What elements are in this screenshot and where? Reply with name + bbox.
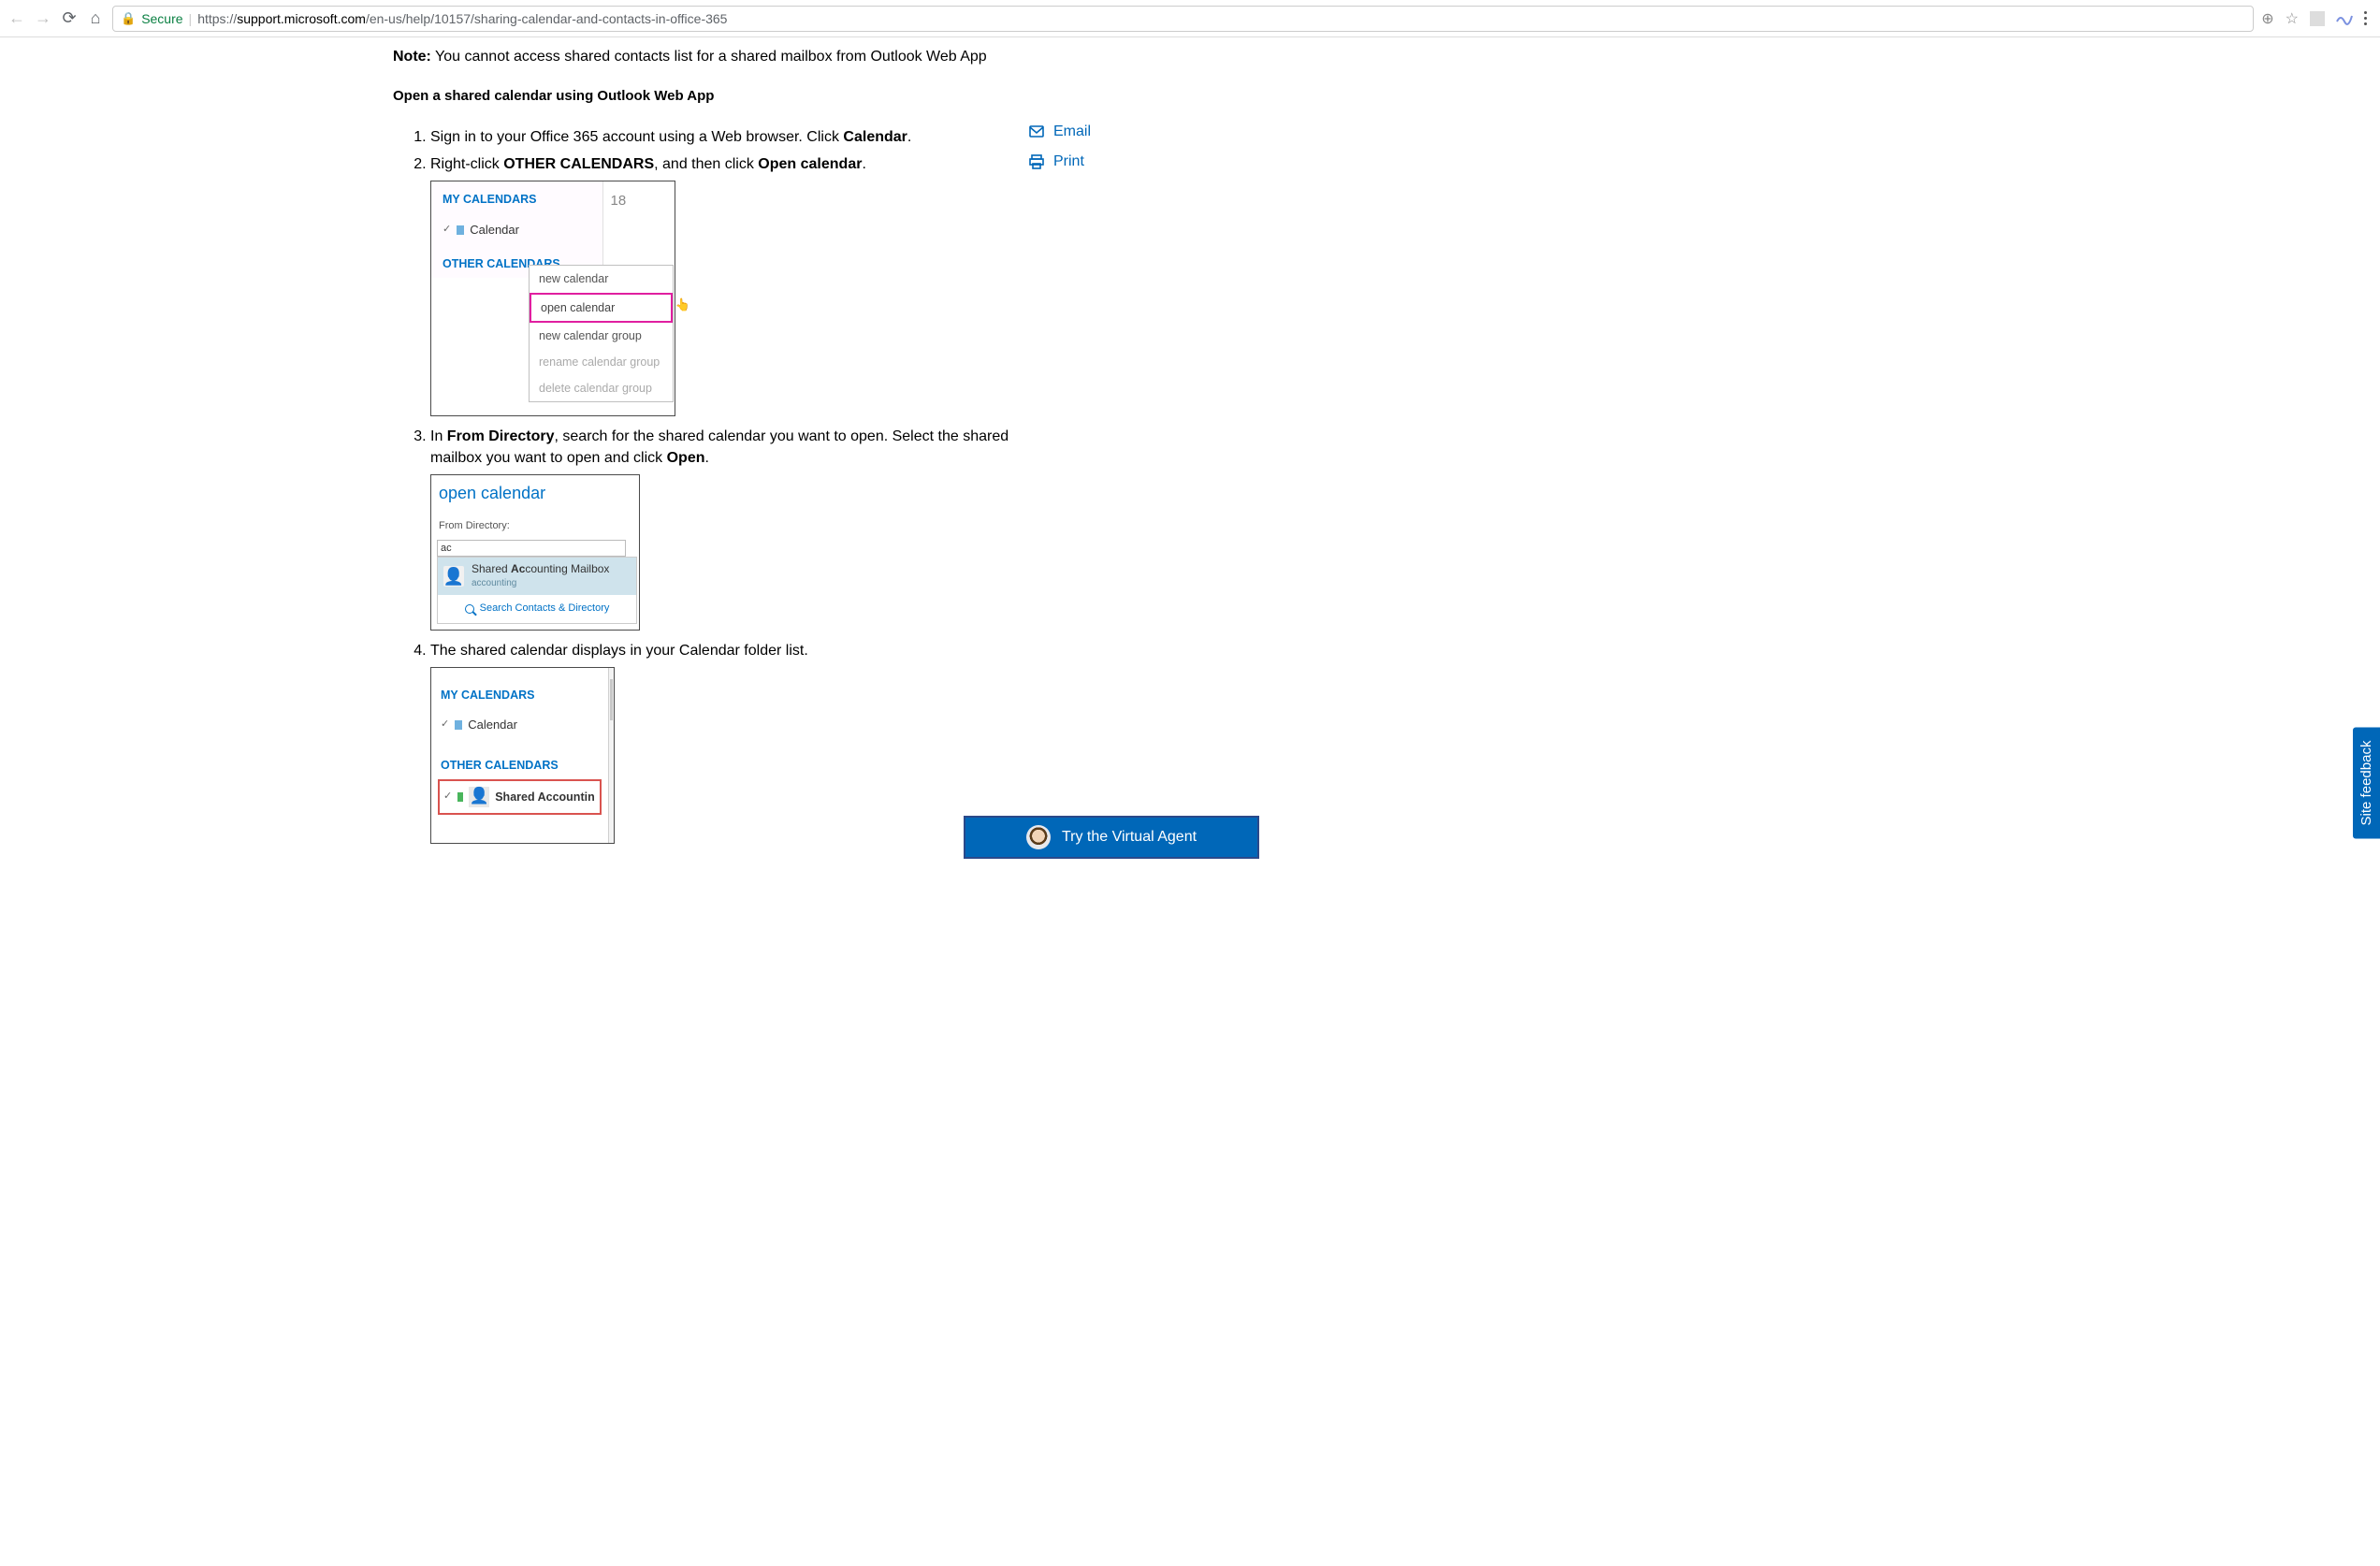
article-body: Note: You cannot access shared contacts … xyxy=(393,37,1048,844)
fig1-day-cell: 18 xyxy=(602,181,675,278)
step-3: In From Directory, search for the shared… xyxy=(430,426,1048,630)
fig2-search-link: Search Contacts & Directory xyxy=(438,595,636,623)
browser-toolbar: ← → ⟳ ⌂ 🔒 Secure | https://support.micro… xyxy=(0,0,2380,37)
email-link[interactable]: Email xyxy=(1029,123,1091,140)
menu-new-calendar: new calendar xyxy=(530,266,673,292)
fig3-shared-calendar-row: ✓ 👤 Shared Accountin xyxy=(438,779,602,815)
figure-other-calendars-context-menu: MY CALENDARS ✓ Calendar OTHER CALENDARS … xyxy=(430,181,675,416)
fig2-title: open calendar xyxy=(437,479,633,511)
check-icon: ✓ xyxy=(441,718,449,732)
fig2-from-directory-label: From Directory: xyxy=(439,519,631,534)
fig1-context-menu: new calendar open calendar 👆 new calenda… xyxy=(529,265,674,402)
figure-calendar-folder-list: MY CALENDARS ✓ Calendar OTHER CALENDARS … xyxy=(430,667,615,844)
fig1-calendar-row: ✓ Calendar xyxy=(443,222,591,239)
fig3-shared-name: Shared Accountin xyxy=(495,789,595,805)
secure-label: Secure xyxy=(141,11,182,26)
calendar-color-chip-green xyxy=(457,792,463,802)
fig2-dropdown: 👤 Shared Accounting Mailbox accounting S… xyxy=(437,557,637,624)
note-text: You cannot access shared contacts list f… xyxy=(431,49,987,65)
menu-delete-calendar-group: delete calendar group xyxy=(530,375,673,401)
bookmark-icon[interactable]: ☆ xyxy=(2286,9,2299,28)
figure-open-calendar-dialog: open calendar From Directory: 👤 Shared A… xyxy=(430,474,640,630)
fig2-result-name: Shared Accounting Mailbox xyxy=(472,561,609,577)
cursor-icon: 👆 xyxy=(675,297,690,314)
fig3-other-calendars-header: OTHER CALENDARS xyxy=(441,757,599,774)
lock-icon: 🔒 xyxy=(121,11,136,26)
fig2-result-sub: accounting xyxy=(472,577,609,591)
url: https://support.microsoft.com/en-us/help… xyxy=(197,11,727,26)
article-actions: Email Print xyxy=(1029,123,1091,183)
extension-icon-2[interactable] xyxy=(2336,12,2353,25)
fig1-calendar-label: Calendar xyxy=(470,222,519,239)
menu-rename-calendar-group: rename calendar group xyxy=(530,349,673,375)
print-link-label: Print xyxy=(1053,153,1084,170)
back-icon[interactable]: ← xyxy=(7,9,26,28)
avatar-icon: 👤 xyxy=(469,787,489,807)
browser-right-icons: ⊕ ☆ xyxy=(2261,9,2373,28)
site-feedback-tab[interactable]: Site feedback xyxy=(2353,728,2380,839)
check-icon: ✓ xyxy=(443,790,452,805)
note-prefix: Note: xyxy=(393,49,431,65)
virtual-agent-label: Try the Virtual Agent xyxy=(1062,829,1197,846)
search-icon xyxy=(465,604,474,614)
reload-icon[interactable]: ⟳ xyxy=(60,9,79,28)
email-icon xyxy=(1029,125,1044,138)
fig3-calendar-row: ✓ Calendar xyxy=(441,717,599,734)
step-2: Right-click OTHER CALENDARS, and then cl… xyxy=(430,153,1048,416)
fig3-my-calendars-header: MY CALENDARS xyxy=(441,687,599,703)
menu-new-calendar-group: new calendar group xyxy=(530,323,673,349)
fig3-calendar-label: Calendar xyxy=(468,717,517,734)
section-heading: Open a shared calendar using Outlook Web… xyxy=(393,88,1048,104)
print-icon xyxy=(1029,154,1044,169)
steps-list: Sign in to your Office 365 account using… xyxy=(393,126,1048,844)
virtual-agent-button[interactable]: Try the Virtual Agent xyxy=(964,816,1259,859)
site-feedback-label: Site feedback xyxy=(2358,741,2374,826)
fig2-result-row: 👤 Shared Accounting Mailbox accounting xyxy=(438,558,636,595)
note-paragraph: Note: You cannot access shared contacts … xyxy=(393,49,1048,65)
virtual-agent-avatar-icon xyxy=(1026,825,1051,849)
home-icon[interactable]: ⌂ xyxy=(86,9,105,28)
scrollbar xyxy=(609,668,614,843)
calendar-color-chip xyxy=(455,720,462,730)
print-link[interactable]: Print xyxy=(1029,153,1091,170)
extension-icon-1[interactable] xyxy=(2310,11,2325,26)
email-link-label: Email xyxy=(1053,123,1091,140)
step-1: Sign in to your Office 365 account using… xyxy=(430,126,1048,148)
fig2-directory-input xyxy=(437,540,626,557)
zoom-icon[interactable]: ⊕ xyxy=(2261,9,2273,28)
step-4: The shared calendar displays in your Cal… xyxy=(430,640,1048,844)
avatar-icon: 👤 xyxy=(443,566,464,587)
address-bar[interactable]: 🔒 Secure | https://support.microsoft.com… xyxy=(112,6,2254,32)
check-icon: ✓ xyxy=(443,223,451,238)
chrome-menu-icon[interactable] xyxy=(2364,11,2367,25)
fig1-my-calendars-header: MY CALENDARS xyxy=(443,191,591,208)
forward-icon[interactable]: → xyxy=(34,9,52,28)
calendar-color-chip xyxy=(457,225,464,235)
menu-open-calendar: open calendar 👆 xyxy=(530,293,673,323)
